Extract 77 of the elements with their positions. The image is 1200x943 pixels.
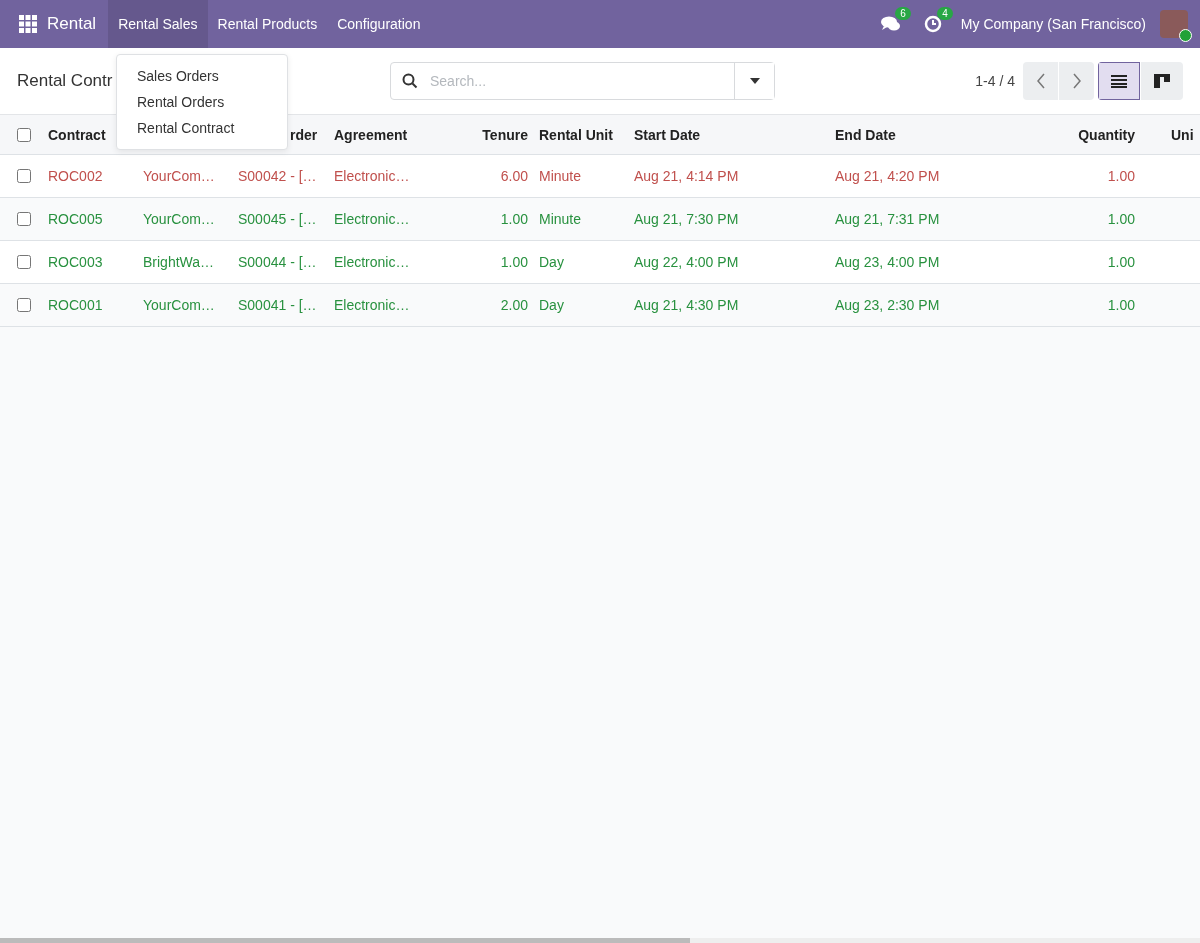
message-count: 6 [895,7,911,20]
page-title: Rental Contr [17,71,113,91]
kanban-view-button[interactable] [1141,62,1183,100]
menu-tab[interactable]: Rental Products [207,0,328,48]
table-cell-text: Minute [538,211,583,227]
table-cell-text: YourCom… [143,211,216,227]
company-switcher[interactable]: My Company (San Francisco) [960,16,1146,32]
column-header[interactable]: Uni [1135,126,1195,143]
table-cell-text: ROC001 [48,297,104,313]
table-cell-text: Aug 23, 2:30 PM [835,297,941,313]
column-header[interactable]: Agreement [334,126,434,143]
table-cell-text: YourCom… [143,297,216,313]
table-cell-text: 6.00 [499,168,528,184]
table-cell-text: 2.00 [499,297,528,313]
row-checkbox[interactable] [17,298,31,312]
search-options-toggle[interactable] [734,63,774,99]
table-cell-text: 1.00 [499,211,528,227]
table-cell-text: Minute [538,168,583,184]
table-cell-text: YourCom… [143,168,216,184]
table-cell-text: S00042 - [… [238,168,318,184]
table-cell-text: Electronic… [334,168,411,184]
chevron-left-icon [1035,73,1046,89]
row-checkbox[interactable] [17,255,31,269]
table-cell-text: ROC002 [48,168,104,184]
column-header[interactable]: Tenure [434,126,528,143]
table-cell-text: 1.00 [499,254,528,270]
column-header[interactable]: End Date [835,126,1011,143]
table-cell-text: Day [538,297,565,313]
table-cell-text: 1.00 [1106,297,1135,313]
table-cell-text: S00045 - [… [238,211,318,227]
chat-icon [880,15,901,33]
table-cell-text: Aug 21, 7:31 PM [835,211,941,227]
table-cell-text: 1.00 [1106,254,1135,270]
activity-count: 4 [937,7,953,20]
dropdown-item[interactable]: Rental Orders [117,89,287,115]
menu-tab[interactable]: Configuration [327,0,431,48]
table-cell-text: Electronic… [334,211,411,227]
scrollbar-thumb[interactable] [0,938,690,943]
table-cell-text: Electronic… [334,254,411,270]
clock-icon [923,15,942,33]
column-header[interactable]: Start Date [634,126,835,143]
row-checkbox[interactable] [17,169,31,183]
table-cell-text: Electronic… [334,297,411,313]
table-cell-text: S00041 - [… [238,297,318,313]
menu-tab[interactable]: Rental Sales [108,0,208,48]
dropdown-item[interactable]: Sales Orders [117,63,287,89]
dropdown-item[interactable]: Rental Contract [117,115,287,141]
kanban-icon [1154,74,1170,88]
table-cell-text: Day [538,254,565,270]
table-row[interactable]: ROC003 BrightWa… S00044 - [… Electronic… 1.00 Day Aug 22, 4:00 PM Aug 23, 4:00 PM 1.00 [0,241,1200,284]
search-field[interactable]: Search... [390,62,775,100]
table-cell-text: ROC005 [48,211,104,227]
app-grid-icon[interactable] [19,15,37,33]
select-all-checkbox[interactable] [17,127,31,142]
list-view-button[interactable] [1098,62,1140,100]
column-header[interactable]: Rental Unit [528,126,634,143]
table-cell-text: 1.00 [1106,168,1135,184]
table-cell-text: Aug 23, 4:00 PM [835,254,941,270]
table-row[interactable]: ROC002 YourCom… S00042 - [… Electronic… 6.00 Minute Aug 21, 4:14 PM Aug 21, 4:20 PM 1.00 [0,155,1200,198]
search-icon [402,73,418,89]
table-cell-text: Aug 21, 4:30 PM [634,297,740,313]
table-cell-text: 1.00 [1106,211,1135,227]
table-cell-text: ROC003 [48,254,104,270]
chevron-right-icon [1071,73,1082,89]
table-cell-text: Aug 21, 4:20 PM [835,168,941,184]
column-header[interactable]: Quantity [1011,126,1135,143]
table-cell-text: BrightWa… [143,254,216,270]
list-icon [1111,74,1127,88]
pager-value: 1-4 / 4 [975,73,1015,89]
online-status-dot [1179,29,1192,42]
table-cell-text: Aug 22, 4:00 PM [634,254,740,270]
table-cell-text: Aug 21, 7:30 PM [634,211,740,227]
caret-icon [749,78,760,84]
row-checkbox[interactable] [17,212,31,226]
table-cell-text: Aug 21, 4:14 PM [634,168,740,184]
app-name[interactable]: Rental [47,14,97,34]
table-cell-text: S00044 - [… [238,254,318,270]
